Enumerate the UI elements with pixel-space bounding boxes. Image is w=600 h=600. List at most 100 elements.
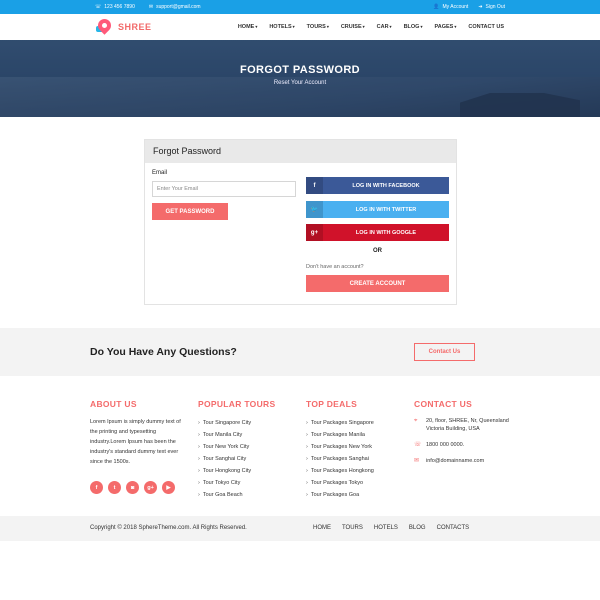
sign-out-label: Sign Out [485,4,505,10]
list-item[interactable]: › Tour Tokyo City [198,477,275,489]
menu-item-pages[interactable]: PAGES▾ [434,24,456,30]
twitter-icon[interactable]: t [108,481,121,494]
footer: ABOUT US Lorem Ipsum is simply dummy tex… [0,376,600,516]
chevron-right-icon: › [198,456,200,462]
google-login-label: LOG IN WITH GOOGLE [355,229,417,236]
google-plus-icon: g+ [306,224,323,241]
social-links: f t ◙ g+ ▶ [90,481,186,494]
list-item[interactable]: › Tour New York City [198,441,275,453]
page-title: FORGOT PASSWORD [239,64,361,76]
footer-email[interactable]: ✉ info@domainname.com [414,457,518,465]
contact-us-button[interactable]: Contact Us [414,343,475,361]
chevron-right-icon: › [306,480,308,486]
list-item[interactable]: › Tour Packages Goa [306,489,374,501]
menu-item-hotels[interactable]: HOTELS▾ [269,24,294,30]
caret-down-icon: ▾ [326,24,329,29]
chevron-right-icon: › [306,444,308,450]
caret-down-icon: ▾ [255,24,258,29]
footer-contact: CONTACT US ⌖ 20, floor, SHREE, Nr, Queen… [414,399,518,473]
menu-item-home[interactable]: HOME▾ [238,24,258,30]
logo-text: SHREE [118,22,152,32]
card-heading: Forgot Password [145,140,456,163]
google-login-button[interactable]: g+ LOG IN WITH GOOGLE [306,224,449,241]
facebook-login-button[interactable]: f LOG IN WITH FACEBOOK [306,177,449,194]
topbar-email[interactable]: ✉ support@gmail.com [149,4,201,10]
chevron-right-icon: › [198,480,200,486]
facebook-icon[interactable]: f [90,481,103,494]
menu-item-car[interactable]: CAR▾ [377,24,392,30]
chevron-right-icon: › [198,468,200,474]
google-plus-icon[interactable]: g+ [144,481,157,494]
menu-item-cruise[interactable]: CRUISE▾ [341,24,365,30]
main-menu: HOME▾ HOTELS▾ TOURS▾ CRUISE▾ CAR▾ BLOG▾ … [238,24,504,30]
footer-top-deals: TOP DEALS › Tour Packages Singapore › Tour… [306,399,374,501]
twitter-login-button[interactable]: 🐦 LOG IN WITH TWITTER [306,201,449,218]
topbar-phone[interactable]: ☏ 123 456 7890 [95,4,135,10]
caret-down-icon: ▾ [389,24,392,29]
youtube-icon[interactable]: ▶ [162,481,175,494]
create-account-button[interactable]: CREATE ACCOUNT [306,275,449,292]
sign-out-link[interactable]: ➜ Sign Out [478,4,505,10]
chevron-right-icon: › [306,456,308,462]
footer-link-blog[interactable]: BLOG [409,525,426,531]
footer-about-title: ABOUT US [90,399,137,409]
topbar-phone-text: 123 456 7890 [104,4,135,10]
list-item[interactable]: › Tour Packages Hongkong [306,465,374,477]
facebook-login-label: LOG IN WITH FACEBOOK [352,182,420,189]
list-item[interactable]: › Tour Packages New York [306,441,374,453]
menu-item-blog[interactable]: BLOG▾ [404,24,423,30]
footer-nav: HOME TOURS HOTELS BLOG CONTACTS [313,525,469,531]
or-divider: OR [373,248,382,254]
instagram-icon[interactable]: ◙ [126,481,139,494]
facebook-icon: f [306,177,323,194]
footer-phone[interactable]: ☏ 1800 000 0000. [414,441,518,449]
main-navbar: SHREE HOME▾ HOTELS▾ TOURS▾ CRUISE▾ CAR▾ … [0,14,600,40]
list-item[interactable]: › Tour Packages Manila [306,429,374,441]
sign-out-icon: ➜ [478,4,483,10]
footer-link-contacts[interactable]: CONTACTS [437,525,470,531]
chevron-right-icon: › [306,492,308,498]
footer-tours-title: POPULAR TOURS [198,399,276,409]
copyright-text: Copyright © 2018 SphereTheme.com. All Ri… [90,525,247,531]
footer-link-tours[interactable]: TOURS [342,525,363,531]
menu-item-tours[interactable]: TOURS▾ [307,24,329,30]
list-item[interactable]: › Tour Manila City [198,429,275,441]
chevron-right-icon: › [306,432,308,438]
list-item[interactable]: › Tour Packages Singapore [306,417,374,429]
list-item[interactable]: › Tour Sanghai City [198,453,275,465]
my-account-link[interactable]: 👤 My Account [433,4,468,10]
footer-phone-text: 1800 000 0000. [426,442,465,448]
no-account-text: Don't have an account? [306,264,364,270]
list-item[interactable]: › Tour Packages Sanghai [306,453,374,465]
list-item[interactable]: › Tour Singapore City [198,417,275,429]
twitter-icon: 🐦 [306,201,323,218]
twitter-login-label: LOG IN WITH TWITTER [355,206,417,213]
logo[interactable]: SHREE [95,16,152,36]
footer-about: ABOUT US Lorem Ipsum is simply dummy tex… [90,399,186,494]
list-item[interactable]: › Tour Goa Beach [198,489,275,501]
email-field[interactable] [152,181,296,197]
map-marker-icon: ⌖ [414,418,418,424]
footer-popular-tours: POPULAR TOURS › Tour Singapore City › Tour… [198,399,275,501]
footer-link-home[interactable]: HOME [313,525,331,531]
my-account-label: My Account [442,4,469,10]
email-label: Email [152,170,168,176]
user-icon: 👤 [433,4,440,10]
envelope-icon: ✉ [414,458,420,464]
caret-down-icon: ▾ [420,24,423,29]
topbar-email-text: support@gmail.com [156,4,201,10]
caret-down-icon: ▾ [292,24,295,29]
footer-about-text: Lorem Ipsum is simply dummy text of the … [90,419,181,465]
top-bar: ☏ 123 456 7890 ✉ support@gmail.com 👤 My … [0,0,600,14]
list-item[interactable]: › Tour Hongkong City [198,465,275,477]
bottom-bar: Copyright © 2018 SphereTheme.com. All Ri… [0,516,600,541]
caret-down-icon: ▾ [362,24,365,29]
questions-heading: Do You Have Any Questions? [90,346,237,358]
footer-address: ⌖ 20, floor, SHREE, Nr, Queensland Victo… [414,417,518,433]
footer-link-hotels[interactable]: HOTELS [374,525,398,531]
hero-banner: FORGOT PASSWORD Reset Your Account [0,40,600,117]
list-item[interactable]: › Tour Packages Tokyo [306,477,374,489]
menu-item-contact-us[interactable]: CONTACT US [468,24,504,30]
get-password-button[interactable]: GET PASSWORD [152,203,228,220]
phone-icon: ☏ [414,442,422,448]
